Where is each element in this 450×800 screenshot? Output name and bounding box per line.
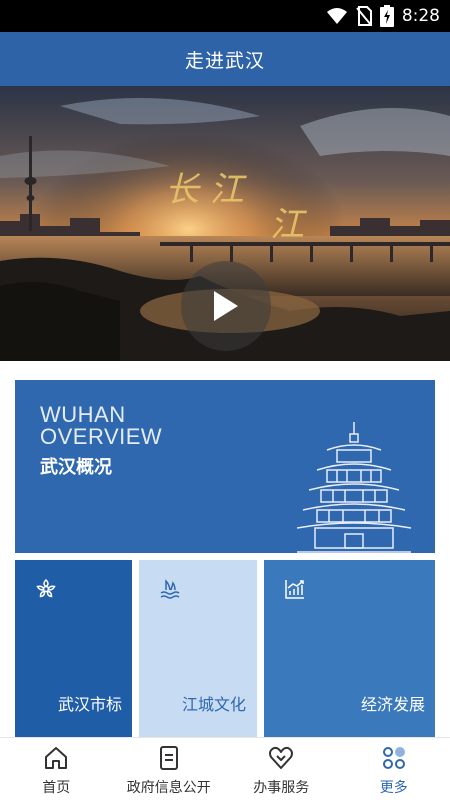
overview-card[interactable]: WUHAN OVERVIEW 武汉概况 (15, 380, 435, 553)
home-icon (45, 747, 68, 769)
tile-wuhan-emblem[interactable]: 武汉市标 (15, 560, 132, 737)
battery-charging-icon (379, 5, 394, 27)
status-bar: 8:28 (0, 0, 450, 32)
overview-title-en-line2: OVERVIEW (40, 424, 163, 449)
document-icon (159, 746, 178, 770)
wifi-icon (326, 8, 347, 24)
tile-river-city-culture[interactable]: 江城文化 (139, 560, 257, 737)
status-icons: 8:28 (326, 0, 440, 32)
no-sim-icon (356, 6, 372, 26)
page-title: 走进武汉 (184, 49, 265, 72)
nav-label: 更多 (379, 780, 408, 796)
tile-label: 江城文化 (181, 695, 246, 714)
nav-label: 政府信息公开 (126, 780, 211, 796)
tile-economic-development[interactable]: 经济发展 (264, 560, 435, 737)
nav-item-more[interactable]: 更多 (338, 738, 450, 800)
overview-title-en-line1: WUHAN (40, 402, 126, 427)
chart-icon (285, 580, 304, 599)
yellow-crane-tower-icon (297, 422, 412, 553)
nav-item-services[interactable]: 办事服务 (225, 738, 338, 800)
tile-label: 武汉市标 (57, 695, 122, 714)
hero-video[interactable]: 长 江 江 (0, 86, 450, 361)
nav-label: 办事服务 (253, 780, 310, 796)
overview-title-cn: 武汉概况 (40, 457, 112, 478)
heart-icon (269, 746, 294, 769)
nav-label: 首页 (42, 780, 71, 796)
flower-icon (36, 578, 56, 598)
nav-item-home[interactable]: 首页 (0, 738, 113, 800)
waves-icon (160, 579, 180, 599)
tile-label: 经济发展 (360, 695, 425, 714)
svg-text:江: 江 (270, 205, 308, 245)
bottom-nav: 首页 政府信息公开 办事服务 更多 (0, 737, 450, 800)
status-time: 8:28 (401, 6, 440, 26)
svg-text:长 江: 长 江 (165, 170, 248, 210)
overview-title-en: WUHAN OVERVIEW (40, 404, 162, 448)
nav-item-gov-info[interactable]: 政府信息公开 (113, 738, 226, 800)
play-icon (214, 291, 238, 321)
play-button[interactable] (181, 261, 271, 351)
app-header: 走进武汉 (0, 32, 450, 86)
more-icon (382, 747, 405, 769)
